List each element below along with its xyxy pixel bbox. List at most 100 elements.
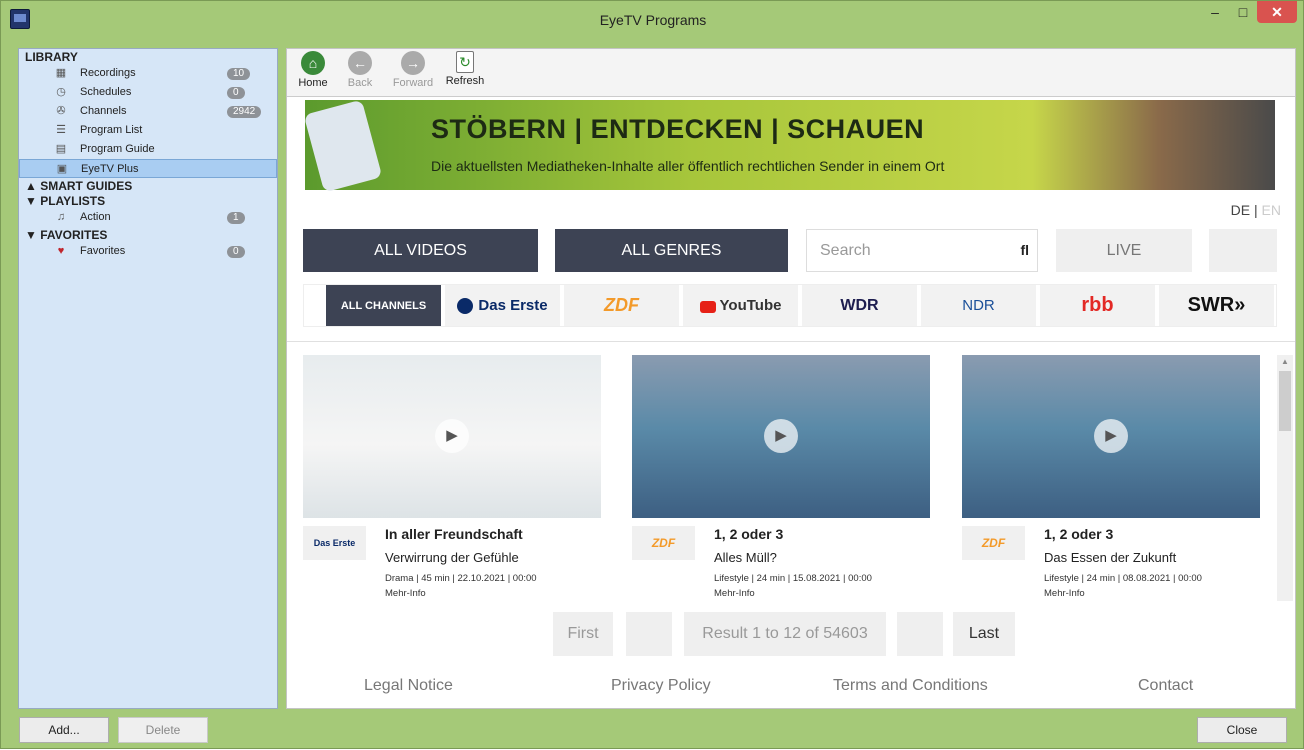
video-title[interactable]: 1, 2 oder 3 [1044, 526, 1113, 542]
smart-guides-header[interactable]: ▲ SMART GUIDES [19, 179, 277, 193]
prev-page-button[interactable] [626, 612, 672, 656]
sidebar-item-label: Program Guide [80, 143, 155, 155]
sidebar-item-recordings[interactable]: ▦ Recordings 10 [19, 64, 277, 83]
video-title[interactable]: 1, 2 oder 3 [714, 526, 783, 542]
more-info-link[interactable]: Mehr-Info [714, 588, 755, 599]
video-card[interactable]: ▶ Das Erste In aller Freundschaft Verwir… [303, 355, 601, 602]
video-thumbnail[interactable]: ▶ [962, 355, 1260, 518]
window-title: EyeTV Programs [599, 12, 707, 28]
forward-arrow-icon: → [401, 51, 425, 75]
channel-das-erste[interactable]: Das Erste [445, 285, 560, 326]
add-button[interactable]: Add... [19, 717, 109, 743]
next-page-button[interactable] [897, 612, 943, 656]
channel-wdr[interactable]: WDR [802, 285, 917, 326]
sidebar-item-eyetv-plus[interactable]: ▣ EyeTV Plus [19, 159, 277, 178]
count-badge: 0 [227, 246, 245, 258]
extra-filter-button[interactable] [1209, 229, 1277, 272]
channel-all[interactable]: ALL CHANNELS [326, 285, 441, 326]
play-icon[interactable]: ▶ [435, 419, 469, 453]
sidebar-item-action[interactable]: ♫ Action 1 [19, 208, 277, 227]
pagination: First Result 1 to 12 of 54603 Last [287, 612, 1295, 656]
channel-zdf[interactable]: ZDF [564, 285, 679, 326]
count-badge: 2942 [227, 106, 262, 118]
channel-logo: Das Erste [303, 526, 366, 560]
video-meta: Lifestyle | 24 min | 15.08.2021 | 00:00 [714, 573, 872, 584]
back-button[interactable]: ← Back [345, 51, 375, 89]
maximize-button[interactable]: □ [1229, 1, 1257, 23]
video-subtitle: Das Essen der Zukunft [1044, 550, 1177, 565]
channel-rbb[interactable]: rbb [1040, 285, 1155, 326]
all-genres-button[interactable]: ALL GENRES [555, 229, 788, 272]
close-window-button[interactable]: ✕ [1257, 1, 1297, 23]
delete-button[interactable]: Delete [118, 717, 208, 743]
scroll-up-icon[interactable]: ▲ [1281, 357, 1289, 366]
eyetv-app-icon [10, 9, 30, 29]
video-card[interactable]: ▶ ZDF 1, 2 oder 3 Alles Müll? Lifestyle … [632, 355, 930, 602]
back-arrow-icon: ← [348, 51, 372, 75]
count-badge: 10 [227, 68, 251, 80]
promo-banner[interactable]: STÖBERN | ENTDECKEN | SCHAUEN Die aktuel… [303, 99, 1275, 193]
content-scrollbar[interactable]: ▲ [1277, 355, 1293, 601]
contact-link[interactable]: Contact [1138, 677, 1193, 695]
video-card[interactable]: ▶ ZDF 1, 2 oder 3 Das Essen der Zukunft … [962, 355, 1260, 602]
lang-de-link[interactable]: DE [1231, 202, 1250, 218]
library-header: LIBRARY [25, 50, 78, 64]
play-icon[interactable]: ▶ [764, 419, 798, 453]
search-input[interactable]: Search fl [806, 229, 1038, 272]
sidebar-item-program-guide[interactable]: ▤ Program Guide [19, 140, 277, 159]
more-info-link[interactable]: Mehr-Info [385, 588, 426, 599]
sidebar-item-favorites[interactable]: ♥ Favorites 0 [19, 242, 277, 261]
bottom-bar: Add... Delete Close [1, 711, 1304, 750]
scrollbar-thumb[interactable] [1279, 371, 1291, 431]
more-info-link[interactable]: Mehr-Info [1044, 588, 1085, 599]
first-page-button[interactable]: First [553, 612, 613, 656]
sidebar-item-label: Channels [80, 105, 127, 117]
sidebar: LIBRARY ▦ Recordings 10 ◷ Schedules 0 ✇ … [18, 48, 278, 709]
privacy-policy-link[interactable]: Privacy Policy [611, 677, 711, 695]
lang-separator: | [1250, 202, 1262, 218]
video-thumbnail[interactable]: ▶ [632, 355, 930, 518]
minimize-button[interactable]: – [1201, 1, 1229, 23]
video-title[interactable]: In aller Freundschaft [385, 526, 523, 542]
browser-toolbar: ⌂ Home ← Back → Forward ↻ Refresh [287, 49, 1295, 97]
phone-illustration [303, 99, 383, 193]
video-thumbnail[interactable]: ▶ [303, 355, 601, 518]
heart-icon: ♥ [57, 245, 65, 257]
satellite-icon: ✇ [56, 105, 66, 117]
filter-bar: ALL VIDEOS ALL GENRES Search fl LIVE [303, 229, 1277, 272]
refresh-button[interactable]: ↻ Refresh [443, 51, 487, 87]
legal-notice-link[interactable]: Legal Notice [364, 677, 453, 695]
playlist-icon: ♫ [56, 211, 66, 223]
channel-youtube[interactable]: YouTube [683, 285, 798, 326]
video-subtitle: Alles Müll? [714, 550, 777, 565]
last-page-button[interactable]: Last [953, 612, 1015, 656]
divider [287, 341, 1295, 342]
sidebar-item-schedules[interactable]: ◷ Schedules 0 [19, 83, 277, 102]
favorites-header[interactable]: ▼ FAVORITES [19, 228, 277, 242]
channel-logo: ZDF [632, 526, 695, 560]
play-icon[interactable]: ▶ [1094, 419, 1128, 453]
title-bar[interactable]: EyeTV Programs – □ ✕ [1, 1, 1304, 39]
list-icon: ☰ [56, 124, 66, 136]
language-switch: DE | EN [1231, 202, 1281, 218]
channel-ndr[interactable]: NDR [921, 285, 1036, 326]
all-videos-button[interactable]: ALL VIDEOS [303, 229, 538, 272]
lang-en-link[interactable]: EN [1262, 202, 1281, 218]
sidebar-item-program-list[interactable]: ☰ Program List [19, 121, 277, 140]
footer-links: Legal Notice Privacy Policy Terms and Co… [287, 677, 1295, 699]
home-button[interactable]: ⌂ Home [295, 51, 331, 89]
video-meta: Lifestyle | 24 min | 08.08.2021 | 00:00 [1044, 573, 1202, 584]
main-window: EyeTV Programs – □ ✕ LIBRARY ▦ Recording… [0, 0, 1304, 749]
search-icon[interactable]: fl [1020, 230, 1029, 271]
terms-link[interactable]: Terms and Conditions [833, 677, 988, 695]
forward-button[interactable]: → Forward [389, 51, 437, 89]
film-icon: ▦ [55, 67, 67, 79]
playlists-header[interactable]: ▼ PLAYLISTS [19, 194, 277, 208]
sidebar-item-label: EyeTV Plus [81, 163, 139, 175]
sidebar-item-channels[interactable]: ✇ Channels 2942 [19, 102, 277, 121]
video-grid: ▶ Das Erste In aller Freundschaft Verwir… [287, 355, 1275, 602]
channel-swr[interactable]: SWR» [1159, 285, 1274, 326]
channel-logo: ZDF [962, 526, 1025, 560]
live-button[interactable]: LIVE [1056, 229, 1192, 272]
close-button[interactable]: Close [1197, 717, 1287, 743]
